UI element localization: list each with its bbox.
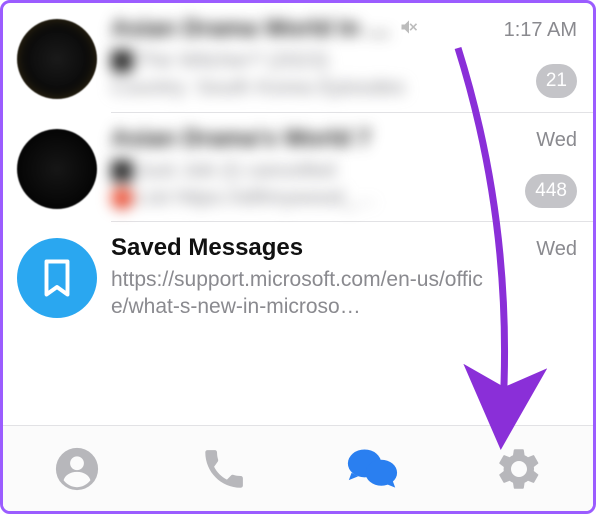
timestamp: Wed <box>536 238 577 261</box>
tab-chats[interactable] <box>342 439 402 499</box>
phone-icon <box>202 447 246 491</box>
chat-meta: Wed 448 <box>525 129 577 208</box>
chat-content: Asian Drama's World 7 Just Job (I) cance… <box>111 125 579 212</box>
unread-badge: 21 <box>536 64 577 98</box>
mute-icon <box>399 17 419 42</box>
saved-messages-avatar <box>17 238 97 318</box>
chat-title: Saved Messages <box>111 234 303 262</box>
avatar <box>17 19 97 99</box>
person-icon <box>54 446 100 492</box>
chat-meta: 1:17 AM 21 <box>504 19 577 98</box>
tab-calls[interactable] <box>194 439 254 499</box>
timestamp: Wed <box>525 129 577 152</box>
avatar <box>17 129 97 209</box>
chats-icon <box>346 446 398 492</box>
emoji-icon <box>111 187 133 209</box>
tab-contacts[interactable] <box>47 439 107 499</box>
chat-row-saved-messages[interactable]: Saved Messages https://support.microsoft… <box>3 222 593 331</box>
chat-snippet: https://support.microsoft.com/en-us/offi… <box>111 266 499 321</box>
chat-snippet: Just Job (I) cancelled List https://afil… <box>111 157 499 212</box>
chat-snippet: The Witcher? (2023) Country: South Korea… <box>111 47 499 102</box>
chat-title: Asian Drama's World 7 <box>111 125 371 153</box>
bookmark-icon <box>39 257 75 299</box>
chat-row[interactable]: Asian Drama World In … The Witcher? (202… <box>3 3 593 112</box>
chat-row[interactable]: Asian Drama's World 7 Just Job (I) cance… <box>3 113 593 222</box>
chat-title: Asian Drama World In … <box>111 15 391 43</box>
tab-bar <box>3 425 593 511</box>
thumbnail-icon <box>111 50 133 72</box>
thumbnail-icon <box>111 160 133 182</box>
chat-list: Asian Drama World In … The Witcher? (202… <box>3 3 593 331</box>
unread-badge: 448 <box>525 174 577 208</box>
app-frame: Asian Drama World In … The Witcher? (202… <box>0 0 596 514</box>
chat-meta: Wed <box>536 238 577 261</box>
tab-settings[interactable] <box>489 439 549 499</box>
timestamp: 1:17 AM <box>504 19 577 42</box>
gear-icon <box>495 445 543 493</box>
chat-content: Saved Messages https://support.microsoft… <box>111 234 579 321</box>
